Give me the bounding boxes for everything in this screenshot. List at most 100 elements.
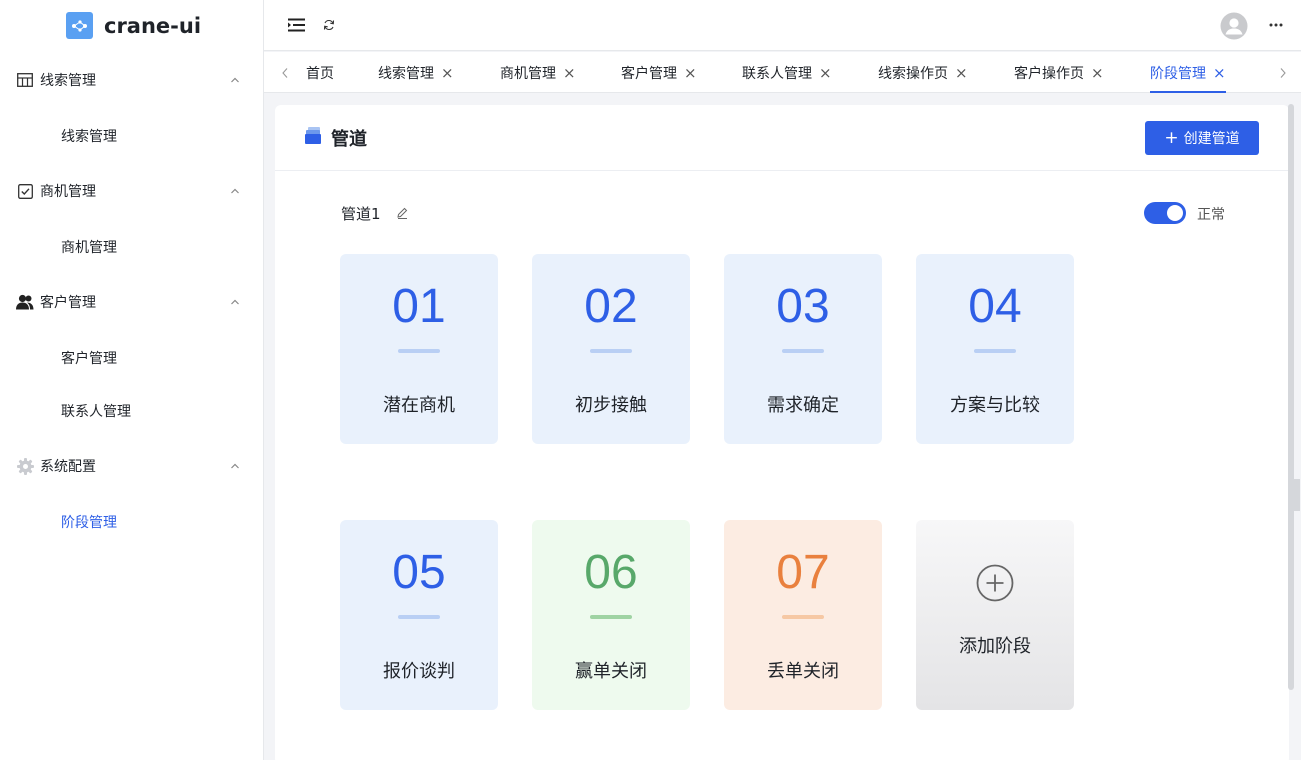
stage-card[interactable]: 06 赢单关闭 <box>532 520 690 710</box>
tab-label: 阶段管理 <box>1150 65 1206 82</box>
stage-name: 方案与比较 <box>950 395 1040 416</box>
sidebar-item-leads[interactable]: 线索管理 <box>0 109 263 162</box>
pipeline-card: 管道 + 创建管道 管道1 正常 01 潜在商机 02 初步接触 03 需求确定… <box>275 105 1289 760</box>
tab-lead-operations[interactable]: 线索操作页 × <box>878 52 968 93</box>
stage-card[interactable]: 04 方案与比较 <box>916 254 1074 444</box>
tab-home[interactable]: 首页 <box>306 52 334 93</box>
chevron-up-icon <box>231 299 239 305</box>
sidebar-item-customers[interactable]: 客户管理 <box>0 331 263 384</box>
sidebar: crane-ui 线索管理 线索管理 商机管理 商机管理 客户管理 客户管理 联… <box>0 0 264 760</box>
card-header: 管道 + 创建管道 <box>275 105 1289 171</box>
close-icon[interactable]: × <box>684 64 697 82</box>
stage-name: 报价谈判 <box>383 661 455 682</box>
table-icon <box>16 71 34 89</box>
chevron-up-icon <box>231 77 239 83</box>
avatar[interactable] <box>1220 12 1248 40</box>
stage-divider <box>590 349 632 353</box>
add-stage-button[interactable]: 添加阶段 <box>916 520 1074 710</box>
stage-divider <box>398 349 440 353</box>
chevron-up-icon <box>231 463 239 469</box>
stage-number: 05 <box>392 546 446 599</box>
close-icon[interactable]: × <box>955 64 968 82</box>
stage-divider <box>782 615 824 619</box>
close-icon[interactable]: × <box>1091 64 1104 82</box>
toggle-knob <box>1167 205 1183 221</box>
tab-contacts[interactable]: 联系人管理 × <box>742 52 832 93</box>
gear-icon <box>16 457 34 475</box>
app-logo[interactable]: crane-ui <box>0 0 263 51</box>
top-bar <box>264 0 1301 51</box>
close-icon[interactable]: × <box>1213 64 1226 82</box>
tab-label: 客户管理 <box>621 65 677 82</box>
stage-divider <box>782 349 824 353</box>
pipeline-row: 管道1 正常 <box>341 201 1241 225</box>
stage-number: 01 <box>392 280 446 333</box>
tab-label: 客户操作页 <box>1014 65 1084 82</box>
sidebar-item-opportunities[interactable]: 商机管理 <box>0 220 263 273</box>
close-icon[interactable]: × <box>819 64 832 82</box>
refresh-icon[interactable] <box>320 16 338 34</box>
stage-number: 04 <box>968 280 1022 333</box>
plus-circle-icon <box>976 564 1014 602</box>
stage-card[interactable]: 01 潜在商机 <box>340 254 498 444</box>
create-pipeline-label: 创建管道 <box>1183 131 1240 147</box>
create-pipeline-button[interactable]: + 创建管道 <box>1145 121 1259 155</box>
tabs-scroll-left-icon[interactable] <box>281 52 289 93</box>
close-icon[interactable]: × <box>563 64 576 82</box>
sidebar-group-label: 商机管理 <box>40 184 96 200</box>
stage-name: 初步接触 <box>575 395 647 416</box>
tab-label: 线索管理 <box>378 65 434 82</box>
tabs-scroll-right-icon[interactable] <box>1279 52 1287 93</box>
tab-label: 联系人管理 <box>742 65 812 82</box>
page-title: 管道 <box>331 128 367 150</box>
logo-icon <box>66 12 93 39</box>
more-icon[interactable] <box>1267 16 1285 34</box>
pipeline-name: 管道1 <box>341 204 381 223</box>
sidebar-group-leads[interactable]: 线索管理 <box>0 51 263 109</box>
stage-number: 03 <box>776 280 830 333</box>
sidebar-item-contacts[interactable]: 联系人管理 <box>0 384 263 437</box>
stage-card[interactable]: 03 需求确定 <box>724 254 882 444</box>
stage-divider <box>590 615 632 619</box>
stage-divider <box>398 615 440 619</box>
chevron-up-icon <box>231 188 239 194</box>
add-stage-label: 添加阶段 <box>959 636 1031 657</box>
edit-icon[interactable] <box>395 206 409 220</box>
sidebar-group-customers[interactable]: 客户管理 <box>0 273 263 331</box>
tab-label: 首页 <box>306 65 334 82</box>
stage-number: 02 <box>584 280 638 333</box>
stage-number: 07 <box>776 546 830 599</box>
stage-card[interactable]: 02 初步接触 <box>532 254 690 444</box>
pipeline-status-toggle[interactable] <box>1144 202 1186 224</box>
checkbox-icon <box>16 182 34 200</box>
tab-label: 商机管理 <box>500 65 556 82</box>
stage-name: 潜在商机 <box>383 395 455 416</box>
pipeline-icon <box>305 127 323 148</box>
stage-card[interactable]: 05 报价谈判 <box>340 520 498 710</box>
sidebar-group-label: 客户管理 <box>40 295 96 311</box>
scrollbar-track-marker[interactable] <box>1294 479 1300 511</box>
sidebar-item-stages[interactable]: 阶段管理 <box>0 495 263 548</box>
users-icon <box>16 293 34 311</box>
stage-number: 06 <box>584 546 638 599</box>
tabs-bar: 首页 线索管理 × 商机管理 × 客户管理 × 联系人管理 × 线索操作页 × 客户操作页… <box>264 52 1301 93</box>
stage-name: 丢单关闭 <box>767 661 839 682</box>
stage-name: 赢单关闭 <box>575 661 647 682</box>
scrollbar-thumb[interactable] <box>1288 104 1294 690</box>
close-icon[interactable]: × <box>441 64 454 82</box>
tab-leads[interactable]: 线索管理 × <box>378 52 454 93</box>
app-name: crane-ui <box>104 13 202 38</box>
tab-opportunities[interactable]: 商机管理 × <box>500 52 576 93</box>
sidebar-group-opportunities[interactable]: 商机管理 <box>0 162 263 220</box>
sidebar-group-system[interactable]: 系统配置 <box>0 437 263 495</box>
menu-fold-icon[interactable] <box>287 16 305 34</box>
stage-name: 需求确定 <box>767 395 839 416</box>
plus-icon: + <box>1164 128 1179 148</box>
stage-card[interactable]: 07 丢单关闭 <box>724 520 882 710</box>
tab-label: 线索操作页 <box>878 65 948 82</box>
sidebar-group-label: 线索管理 <box>40 73 96 89</box>
tab-customers[interactable]: 客户管理 × <box>621 52 697 93</box>
tab-stage-management[interactable]: 阶段管理 × <box>1150 52 1226 93</box>
tab-customer-operations[interactable]: 客户操作页 × <box>1014 52 1104 93</box>
stage-divider <box>974 349 1016 353</box>
